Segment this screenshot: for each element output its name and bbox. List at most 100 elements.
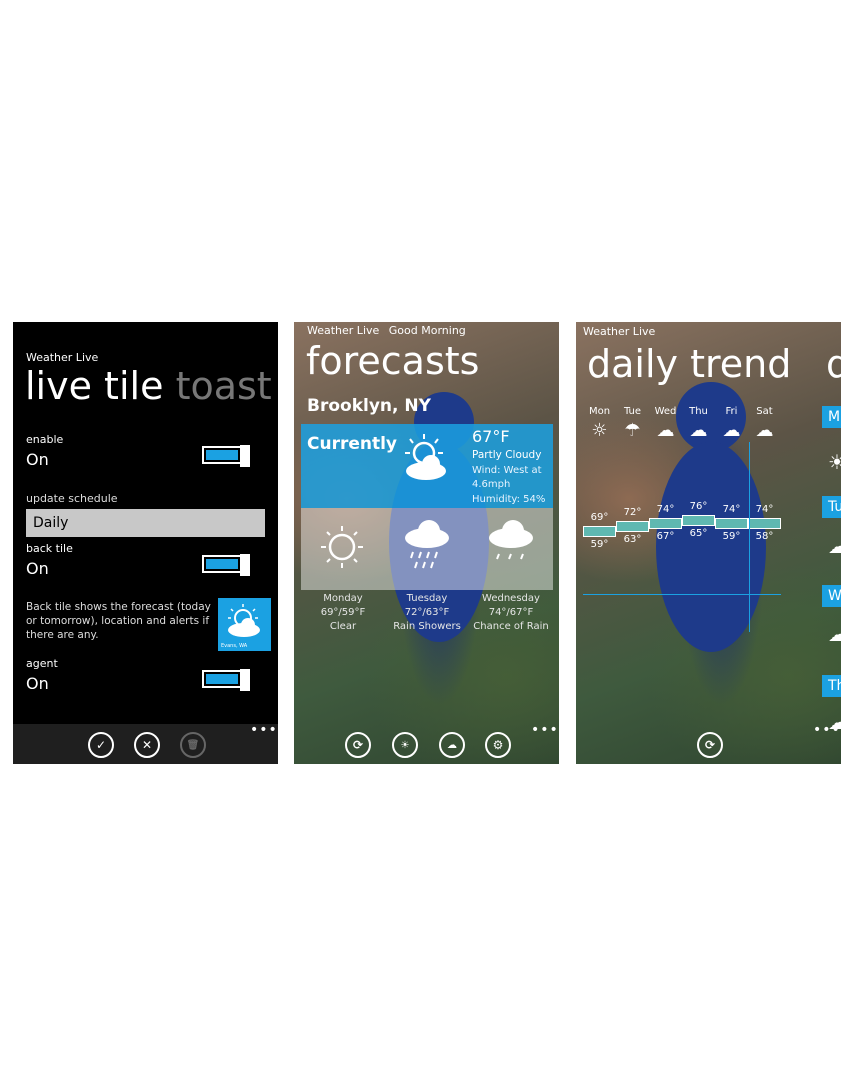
- schedule-label: update schedule: [26, 492, 118, 505]
- trend-high-label: 76°: [689, 500, 708, 512]
- tile-preview-location: Evans, WA: [221, 643, 248, 649]
- current-conditions-panel: Currently 67°F Partly Cloudy Wind: West …: [301, 424, 553, 508]
- location-name[interactable]: Brooklyn, NY: [307, 396, 431, 416]
- trend-day-label: Sat: [756, 406, 773, 417]
- schedule-select[interactable]: Daily: [26, 509, 265, 537]
- app-bar: ⟳ ☀ ☁ ⚙ •••: [294, 722, 559, 764]
- trend-bar: [583, 525, 616, 537]
- forecast-day-tuesday: Tuesday 72°/63°F Rain Showers: [385, 592, 469, 634]
- trend-baseline: [583, 594, 781, 595]
- header: Weather Live Good Morning: [307, 324, 466, 337]
- page-title: forecasts: [306, 339, 480, 383]
- trend-low-label: 59°: [590, 538, 609, 550]
- current-condition: Partly Cloudy: [472, 449, 542, 461]
- trend-low-label: 65°: [689, 527, 708, 539]
- rain-cloud-icon: ☁: [722, 420, 741, 441]
- trend-low-label: 58°: [755, 530, 774, 542]
- trend-low-label: 63°: [623, 534, 642, 545]
- enable-label: enable: [26, 433, 64, 446]
- pivot-tab-live-tile[interactable]: live tile: [25, 364, 163, 408]
- delete-button[interactable]: 🗑: [180, 732, 206, 758]
- agent-toggle[interactable]: [202, 669, 252, 691]
- trend-high-label: 72°: [623, 507, 642, 518]
- side-tab-thursday[interactable]: Th: [822, 675, 841, 697]
- forecast-icons-panel: [301, 508, 553, 590]
- more-menu-icon[interactable]: •••: [813, 722, 841, 738]
- trend-day-label: Fri: [725, 406, 738, 417]
- trend-cursor-line: [749, 442, 750, 632]
- agent-label: agent: [26, 657, 58, 670]
- side-tab-monday[interactable]: M: [822, 406, 841, 428]
- trend-bar: [748, 517, 781, 529]
- forecast-temps: 69°/59°F: [320, 607, 366, 618]
- forecast-condition: Clear: [329, 621, 357, 632]
- back-tile-label: back tile: [26, 542, 73, 555]
- pivot-header: live tile toast lo: [25, 364, 278, 408]
- cloud-drizzle-icon: ☁: [656, 420, 675, 441]
- side-tab-tuesday[interactable]: Tu: [822, 496, 841, 518]
- enable-value: On: [26, 450, 49, 469]
- more-menu-icon[interactable]: •••: [250, 722, 278, 738]
- trend-day-label: Mon: [588, 406, 611, 417]
- trend-day-label: Tue: [623, 406, 642, 417]
- rain-cloud-icon: [405, 520, 449, 569]
- enable-toggle[interactable]: [202, 445, 252, 467]
- app-bar: ✓ ✕ 🗑 •••: [13, 722, 278, 764]
- sun-icon: ☀: [828, 450, 841, 474]
- tile-preview: Evans, WA: [218, 598, 271, 651]
- trend-day-label: Wed: [654, 406, 677, 417]
- sun-icon: ☼: [591, 420, 608, 441]
- agent-value: On: [26, 674, 49, 693]
- app-bar: ⟳ •••: [576, 722, 841, 764]
- trend-high-label: 69°: [590, 511, 609, 523]
- trend-day-label: Thu: [689, 406, 708, 417]
- current-humidity: Humidity: 54%: [472, 494, 546, 505]
- current-temperature: 67°F: [472, 427, 510, 446]
- settings-screen: Weather Live live tile toast lo enable O…: [13, 322, 278, 764]
- save-check-button[interactable]: ✓: [88, 732, 114, 758]
- trend-low-label: 59°: [722, 530, 741, 542]
- trend-high-label: 74°: [656, 503, 675, 515]
- app-title: Weather Live: [307, 324, 380, 337]
- app-title: Weather Live: [583, 325, 656, 338]
- weather-alerts-button[interactable]: ☁: [439, 732, 465, 758]
- weather-map-button[interactable]: ☀: [392, 732, 418, 758]
- back-tile-value: On: [26, 559, 49, 578]
- back-tile-toggle[interactable]: [202, 554, 252, 576]
- rain-cloud-icon: ☂: [624, 420, 641, 441]
- cloud-drizzle-icon: ☁: [755, 420, 774, 441]
- forecast-condition: Chance of Rain: [473, 621, 549, 632]
- cloud-drizzle-icon: [489, 520, 533, 560]
- trend-high-label: 74°: [755, 503, 774, 515]
- pivot-tab-toast[interactable]: toast lo: [176, 364, 278, 408]
- side-tab-wednesday[interactable]: W: [822, 585, 841, 607]
- next-page-title-peek: d: [826, 342, 841, 386]
- trend-bar: [649, 517, 682, 529]
- sun-icon: [321, 526, 363, 568]
- forecast-day-wednesday: Wednesday 74°/67°F Chance of Rain: [469, 592, 553, 634]
- cloud-icon: ☁: [828, 622, 841, 646]
- trend-bar: [682, 514, 715, 526]
- trend-bar: [715, 517, 748, 529]
- forecast-day-name: Tuesday: [406, 593, 448, 604]
- trend-high-label: 74°: [722, 503, 741, 515]
- thunder-cloud-icon: ☁: [689, 420, 708, 441]
- forecast-day-name: Monday: [323, 593, 363, 604]
- more-menu-icon[interactable]: •••: [531, 722, 559, 738]
- forecast-temps: 74°/67°F: [488, 607, 534, 618]
- app-title: Weather Live: [26, 351, 99, 364]
- back-tile-description: Back tile shows the forecast (today or t…: [26, 601, 211, 641]
- page-title: daily trend: [587, 342, 792, 386]
- refresh-button[interactable]: ⟳: [345, 732, 371, 758]
- trend-bar: [616, 521, 649, 532]
- current-label: Currently: [307, 434, 398, 454]
- forecast-condition: Rain Showers: [393, 621, 461, 632]
- cancel-button[interactable]: ✕: [134, 732, 160, 758]
- refresh-button[interactable]: ⟳: [697, 732, 723, 758]
- current-wind: Wind: West at 4.6mph: [472, 465, 542, 490]
- settings-button[interactable]: ⚙: [485, 732, 511, 758]
- partly-cloudy-icon: [405, 434, 446, 480]
- greeting: Good Morning: [388, 324, 466, 337]
- forecast-day-monday: Monday 69°/59°F Clear: [301, 592, 385, 634]
- trend-low-label: 67°: [656, 530, 675, 542]
